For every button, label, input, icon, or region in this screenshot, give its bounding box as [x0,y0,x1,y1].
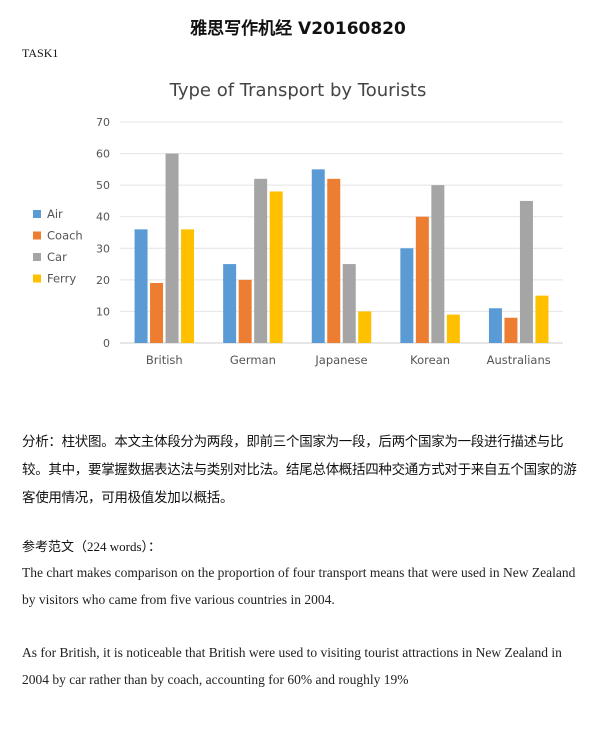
analysis-text: 分析：柱状图。本文主体段分为两段，即前三个国家为一段，后两个国家为一段进行描述与… [22,434,577,506]
document-title: 雅思写作机经 V20160820 [190,19,406,39]
y-tick-label: 20 [96,274,110,287]
x-tick-label: Korean [410,353,450,367]
bar-ferry-japanese [358,311,372,343]
bar-coach-german [238,279,252,343]
legend-label: Air [47,207,63,221]
bar-car-korean [431,185,445,343]
bar-coach-australians [504,317,518,343]
legend-swatch-air [33,210,41,218]
reference-heading: 参考范文（224 words）： [22,536,161,555]
bar-ferry-british [181,229,195,343]
bar-air-japanese [311,169,325,343]
y-tick-label: 70 [96,116,110,129]
bar-air-australians [488,308,502,343]
essay-paragraph-2: As for British, it is noticeable that Br… [22,645,562,687]
bar-car-japanese [342,264,356,343]
x-tick-label: Australians [487,353,551,367]
bar-ferry-australians [535,295,549,343]
legend-swatch-ferry [33,274,41,283]
bar-air-german [223,264,237,343]
reference-word-count: 224 words [87,539,142,554]
x-tick-label: British [146,353,183,367]
y-tick-label: 60 [96,148,110,161]
reference-label: 参考范文（ [22,540,88,555]
task-label: TASK1 [22,46,59,60]
bar-car-german [254,178,268,343]
x-tick-label: German [230,353,276,367]
legend-label: Ferry [47,272,76,286]
bar-ferry-korean [446,314,460,343]
bar-coach-korean [415,216,429,343]
bar-air-british [134,229,148,343]
bar-coach-british [150,283,164,343]
y-tick-label: 30 [96,242,110,255]
y-tick-label: 0 [103,337,110,350]
bar-coach-japanese [327,178,341,343]
essay-paragraph-1: The chart makes comparison on the propor… [22,565,576,607]
legend-label: Car [47,250,67,264]
bar-air-korean [400,248,414,343]
bar-ferry-german [269,191,283,343]
chart-title: Type of Transport by Tourists [169,80,427,101]
x-tick-label: Japanese [314,353,367,367]
reference-end: ）： [141,540,162,555]
legend-label: Coach [47,229,83,243]
y-tick-label: 10 [96,305,110,318]
bar-car-british [165,153,179,343]
bar-car-australians [519,200,533,343]
y-tick-label: 50 [96,179,110,192]
y-tick-label: 40 [96,211,110,224]
bar-chart: Type of Transport by Tourists 0 10 20 30 40 5… [33,80,563,367]
legend-swatch-coach [33,231,41,240]
legend-swatch-car [33,253,41,261]
